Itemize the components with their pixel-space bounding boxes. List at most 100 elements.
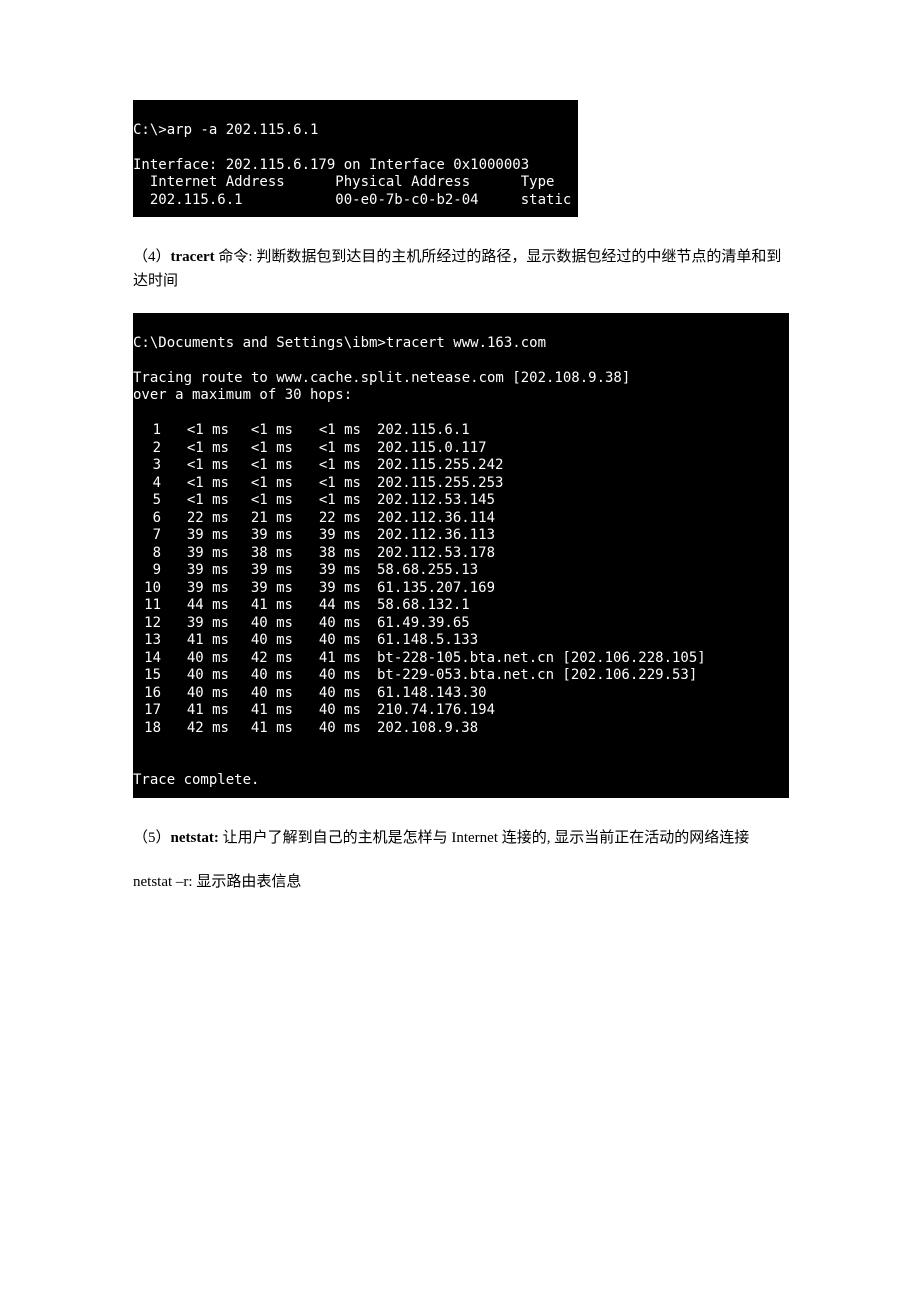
hop-time-3: <1 ms bbox=[293, 492, 361, 510]
tracert-hop-row: 1239 ms40 ms40 ms61.49.39.65 bbox=[133, 615, 787, 633]
hop-time-2: 42 ms bbox=[229, 650, 293, 668]
tracert-hop-row: 2<1 ms<1 ms<1 ms202.115.0.117 bbox=[133, 440, 787, 458]
paragraph-5b: netstat –r: 显示路由表信息 bbox=[133, 870, 790, 894]
p5-internet: Internet bbox=[451, 830, 498, 846]
arp-header-1: Internet Address bbox=[150, 174, 285, 190]
hop-time-2: 41 ms bbox=[229, 597, 293, 615]
hop-time-2: 39 ms bbox=[229, 527, 293, 545]
tracert-hop-row: 1540 ms40 ms40 msbt-229-053.bta.net.cn [… bbox=[133, 667, 787, 685]
hop-time-1: 39 ms bbox=[161, 545, 229, 563]
p4-mid: 命令: bbox=[215, 249, 257, 265]
hop-time-1: 39 ms bbox=[161, 562, 229, 580]
paragraph-4: （4）tracert 命令: 判断数据包到达目的主机所经过的路径，显示数据包经过… bbox=[133, 245, 790, 293]
tracert-hop-row: 1741 ms41 ms40 ms210.74.176.194 bbox=[133, 702, 787, 720]
hop-num: 2 bbox=[133, 440, 161, 458]
hop-time-2: 39 ms bbox=[229, 580, 293, 598]
hop-time-1: 40 ms bbox=[161, 650, 229, 668]
hop-time-3: <1 ms bbox=[293, 422, 361, 440]
tracert-hops: 1<1 ms<1 ms<1 ms202.115.6.12<1 ms<1 ms<1… bbox=[133, 422, 787, 737]
hop-time-2: <1 ms bbox=[229, 422, 293, 440]
hop-time-3: 40 ms bbox=[293, 720, 361, 738]
p5b-rest: 显示路由表信息 bbox=[193, 874, 302, 890]
hop-dest: 58.68.132.1 bbox=[361, 597, 470, 615]
tracert-hop-row: 939 ms39 ms39 ms58.68.255.13 bbox=[133, 562, 787, 580]
hop-time-3: <1 ms bbox=[293, 457, 361, 475]
arp-ip: 202.115.6.1 bbox=[150, 192, 243, 208]
hop-dest: 58.68.255.13 bbox=[361, 562, 478, 580]
hop-time-3: 22 ms bbox=[293, 510, 361, 528]
hop-num: 1 bbox=[133, 422, 161, 440]
hop-dest: 202.112.53.178 bbox=[361, 545, 495, 563]
arp-header-2: Physical Address bbox=[335, 174, 470, 190]
hop-time-3: 39 ms bbox=[293, 562, 361, 580]
hop-num: 16 bbox=[133, 685, 161, 703]
hop-time-1: 42 ms bbox=[161, 720, 229, 738]
hop-num: 5 bbox=[133, 492, 161, 510]
hop-time-1: 44 ms bbox=[161, 597, 229, 615]
hop-time-3: 39 ms bbox=[293, 527, 361, 545]
tracert-hop-row: 839 ms38 ms38 ms202.112.53.178 bbox=[133, 545, 787, 563]
hop-dest: 202.115.255.253 bbox=[361, 475, 503, 493]
tracert-hop-row: 622 ms21 ms22 ms202.112.36.114 bbox=[133, 510, 787, 528]
hop-num: 6 bbox=[133, 510, 161, 528]
hop-num: 11 bbox=[133, 597, 161, 615]
p4-prefix: （4） bbox=[133, 249, 171, 265]
arp-prompt: C:\>arp -a 202.115.6.1 bbox=[133, 122, 318, 138]
hop-dest: 202.115.6.1 bbox=[361, 422, 470, 440]
hop-num: 7 bbox=[133, 527, 161, 545]
paragraph-5: （5）netstat: 让用户了解到自己的主机是怎样与 Internet 连接的… bbox=[133, 826, 790, 850]
hop-time-3: 40 ms bbox=[293, 685, 361, 703]
tracert-hop-row: 1039 ms39 ms39 ms61.135.207.169 bbox=[133, 580, 787, 598]
hop-dest: 202.112.36.113 bbox=[361, 527, 495, 545]
hop-time-2: 40 ms bbox=[229, 667, 293, 685]
hop-time-2: 40 ms bbox=[229, 615, 293, 633]
p5b-cmd: netstat –r: bbox=[133, 874, 193, 890]
hop-time-2: 39 ms bbox=[229, 562, 293, 580]
p5-prefix: （5） bbox=[133, 830, 171, 846]
hop-dest: 202.108.9.38 bbox=[361, 720, 478, 738]
tracert-hop-row: 3<1 ms<1 ms<1 ms202.115.255.242 bbox=[133, 457, 787, 475]
hop-num: 9 bbox=[133, 562, 161, 580]
tracert-hop-row: 1341 ms40 ms40 ms61.148.5.133 bbox=[133, 632, 787, 650]
hop-num: 18 bbox=[133, 720, 161, 738]
hop-time-2: <1 ms bbox=[229, 475, 293, 493]
hop-num: 13 bbox=[133, 632, 161, 650]
p5-rest: 连接的, 显示当前正在活动的网络连接 bbox=[498, 830, 749, 846]
hop-time-2: 40 ms bbox=[229, 632, 293, 650]
tracert-hop-row: 5<1 ms<1 ms<1 ms202.112.53.145 bbox=[133, 492, 787, 510]
hop-time-3: 40 ms bbox=[293, 667, 361, 685]
hop-time-2: <1 ms bbox=[229, 492, 293, 510]
tracert-hop-row: 4<1 ms<1 ms<1 ms202.115.255.253 bbox=[133, 475, 787, 493]
hop-num: 12 bbox=[133, 615, 161, 633]
hop-dest: 202.112.53.145 bbox=[361, 492, 495, 510]
hop-time-3: 40 ms bbox=[293, 702, 361, 720]
p5-cmd: netstat: bbox=[171, 830, 219, 846]
hop-time-2: 38 ms bbox=[229, 545, 293, 563]
hop-time-3: 39 ms bbox=[293, 580, 361, 598]
hop-num: 17 bbox=[133, 702, 161, 720]
arp-interface-line: Interface: 202.115.6.179 on Interface 0x… bbox=[133, 157, 529, 173]
hop-time-2: 41 ms bbox=[229, 720, 293, 738]
hop-time-1: <1 ms bbox=[161, 422, 229, 440]
hop-time-3: 44 ms bbox=[293, 597, 361, 615]
tracert-hop-row: 1440 ms42 ms41 msbt-228-105.bta.net.cn [… bbox=[133, 650, 787, 668]
hop-time-3: 40 ms bbox=[293, 615, 361, 633]
tracert-complete: Trace complete. bbox=[133, 772, 259, 788]
hop-num: 4 bbox=[133, 475, 161, 493]
arp-terminal: C:\>arp -a 202.115.6.1 Interface: 202.11… bbox=[133, 100, 578, 217]
hop-dest: bt-228-105.bta.net.cn [202.106.228.105] bbox=[361, 650, 706, 668]
hop-time-2: <1 ms bbox=[229, 440, 293, 458]
hop-num: 15 bbox=[133, 667, 161, 685]
hop-dest: 202.112.36.114 bbox=[361, 510, 495, 528]
tracert-terminal: C:\Documents and Settings\ibm>tracert ww… bbox=[133, 313, 789, 798]
p4-cmd: tracert bbox=[171, 249, 215, 265]
tracert-hop-row: 1640 ms40 ms40 ms61.148.143.30 bbox=[133, 685, 787, 703]
hop-dest: 210.74.176.194 bbox=[361, 702, 495, 720]
hop-dest: 61.49.39.65 bbox=[361, 615, 470, 633]
hop-time-1: 39 ms bbox=[161, 580, 229, 598]
tracert-hop-row: 1144 ms41 ms44 ms58.68.132.1 bbox=[133, 597, 787, 615]
hop-time-1: 40 ms bbox=[161, 667, 229, 685]
hop-time-3: <1 ms bbox=[293, 475, 361, 493]
hop-num: 8 bbox=[133, 545, 161, 563]
tracert-hop-row: 1<1 ms<1 ms<1 ms202.115.6.1 bbox=[133, 422, 787, 440]
